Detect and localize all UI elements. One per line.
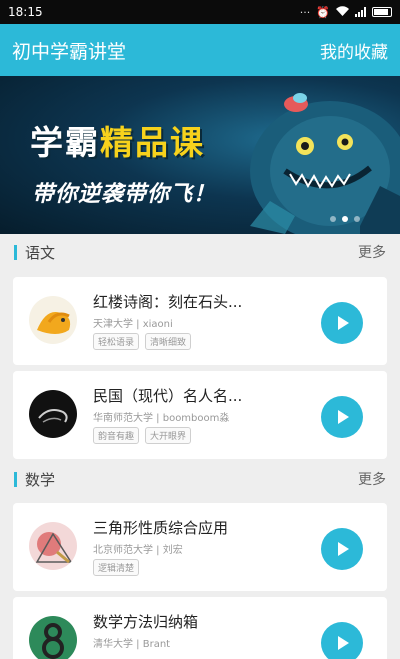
signal-icon [355,7,366,17]
play-button[interactable] [321,302,363,344]
status-bar: 18:15 ··· ⏰ [0,0,400,24]
status-icons: ··· ⏰ [300,6,392,19]
number-eight-thumbnail [29,616,77,659]
wifi-icon [336,5,349,19]
course-tags: 韵音有趣 大开眼界 [93,427,192,444]
triangle-thumbnail [29,522,77,570]
play-button[interactable] [321,396,363,438]
battery-icon [372,7,392,17]
banner-dot[interactable] [354,216,360,222]
app-title: 初中学霸讲堂 [12,40,127,63]
course-meta: 清华大学 | Brant [93,639,171,650]
section-title: 语文 [14,242,55,263]
course-tag: 轻松语录 [93,333,140,350]
course-tags: 逻辑清楚 [93,559,140,576]
more-button[interactable]: 更多 [358,242,386,262]
section-title-text: 语文 [25,243,56,262]
section-title-text: 数学 [25,470,56,489]
section-header-math: 数学 更多 [0,461,400,497]
my-favorites-button[interactable]: 我的收藏 [320,38,388,63]
course-tag: 大开眼界 [145,427,192,444]
status-extra: ··· [299,5,311,19]
status-time: 18:15 [8,5,43,19]
more-button[interactable]: 更多 [358,469,386,489]
banner-subtitle: 带你逆袭带你飞！ [32,182,217,207]
course-card[interactable]: 民国（现代）名人名... 华南师范大学 | boomboom淼 韵音有趣 大开眼… [13,371,387,459]
banner-pagination [330,216,360,222]
dark-thumbnail [29,390,77,438]
alarm-icon: ⏰ [316,5,330,19]
promo-banner[interactable]: 学霸精品课 带你逆袭带你飞！ [0,76,400,234]
banner-title-white: 学霸 [30,123,100,162]
course-card[interactable]: 数学方法归纳箱 清华大学 | Brant [13,597,387,659]
course-title: 民国（现代）名人名... [93,387,243,405]
play-button[interactable] [321,528,363,570]
course-tags: 轻松语录 清晰细致 [93,333,192,350]
course-tag: 逻辑清楚 [93,559,140,576]
app-bar: 初中学霸讲堂 我的收藏 [0,24,400,76]
banner-dot[interactable] [330,216,336,222]
section-marker [14,471,17,487]
banner-title: 学霸精品课 [30,116,205,164]
section-title: 数学 [14,469,55,490]
section-marker [14,244,17,260]
section-header-chinese: 语文 更多 [0,234,400,270]
course-meta: 华南师范大学 | boomboom淼 [93,413,230,424]
course-tag: 清晰细致 [145,333,192,350]
course-title: 数学方法归纳箱 [93,613,199,631]
banner-dot-active[interactable] [342,216,348,222]
course-tag: 韵音有趣 [93,427,140,444]
course-card[interactable]: 三角形性质综合应用 北京师范大学 | 刘宏 逻辑清楚 [13,503,387,591]
course-meta: 天津大学 | xiaoni [93,319,173,330]
banner-title-highlight: 精品课 [100,123,205,162]
course-card[interactable]: 红楼诗阁：刻在石头... 天津大学 | xiaoni 轻松语录 清晰细致 [13,277,387,365]
course-title: 红楼诗阁：刻在石头... [93,293,243,311]
bird-thumbnail [29,296,77,344]
course-meta: 北京师范大学 | 刘宏 [93,545,183,556]
play-button[interactable] [321,622,363,659]
course-title: 三角形性质综合应用 [93,519,229,537]
